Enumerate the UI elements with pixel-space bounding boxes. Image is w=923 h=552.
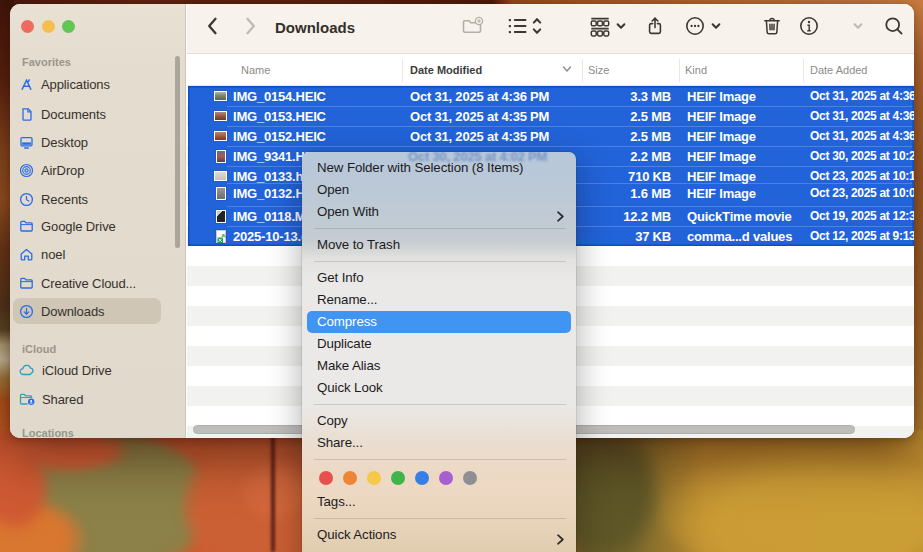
svg-text:a,: a, — [222, 231, 227, 237]
